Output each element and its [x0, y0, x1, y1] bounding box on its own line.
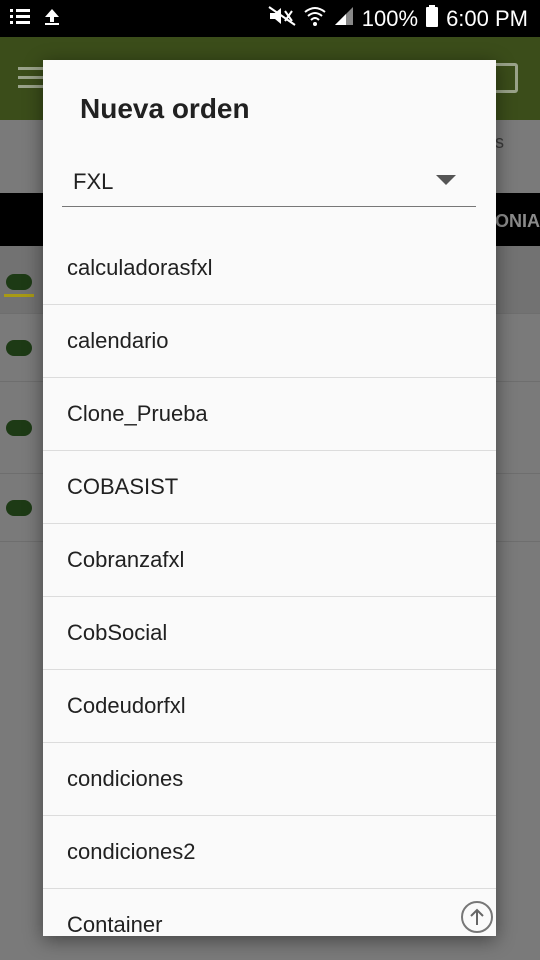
list-item[interactable]: CobSocial — [43, 596, 496, 669]
spinner-value: FXL — [73, 169, 114, 194]
clock: 6:00 PM — [446, 6, 528, 31]
tab-label-fragment: s — [495, 132, 504, 152]
list-item[interactable]: calendario — [43, 304, 496, 377]
order-type-list: calculadorasfxl calendario Clone_Prueba … — [43, 231, 496, 936]
list-item[interactable]: COBASIST — [43, 450, 496, 523]
list-item[interactable]: Cobranzafxl — [43, 523, 496, 596]
list-item[interactable]: condiciones2 — [43, 815, 496, 888]
list-item[interactable]: Container — [43, 888, 496, 936]
cloud-icon — [6, 420, 32, 436]
menu-icon[interactable] — [18, 67, 44, 88]
list-item[interactable]: calculadorasfxl — [43, 231, 496, 304]
cloud-icon — [6, 340, 32, 356]
status-bar: 100% 6:00 PM — [0, 0, 540, 37]
upload-icon — [44, 8, 60, 31]
notification-list-icon — [10, 8, 30, 31]
scroll-to-top-icon[interactable] — [461, 901, 493, 933]
dialog-title: Nueva orden — [80, 93, 250, 124]
battery-percent: 100% — [361, 6, 419, 31]
row-indicator — [4, 294, 34, 297]
signal-icon — [334, 6, 354, 32]
cloud-icon — [6, 500, 32, 516]
company-spinner[interactable]: FXL — [62, 160, 476, 207]
list-item[interactable]: condiciones — [43, 742, 496, 815]
mute-icon — [268, 5, 296, 33]
new-order-dialog: Nueva orden FXL calculadorasfxl calendar… — [43, 60, 496, 936]
wifi-icon — [304, 5, 326, 33]
dropdown-arrow-icon — [436, 175, 456, 185]
cloud-icon — [6, 274, 32, 290]
battery-icon — [426, 5, 439, 33]
list-item[interactable]: Clone_Prueba — [43, 377, 496, 450]
list-item[interactable]: Codeudorfxl — [43, 669, 496, 742]
